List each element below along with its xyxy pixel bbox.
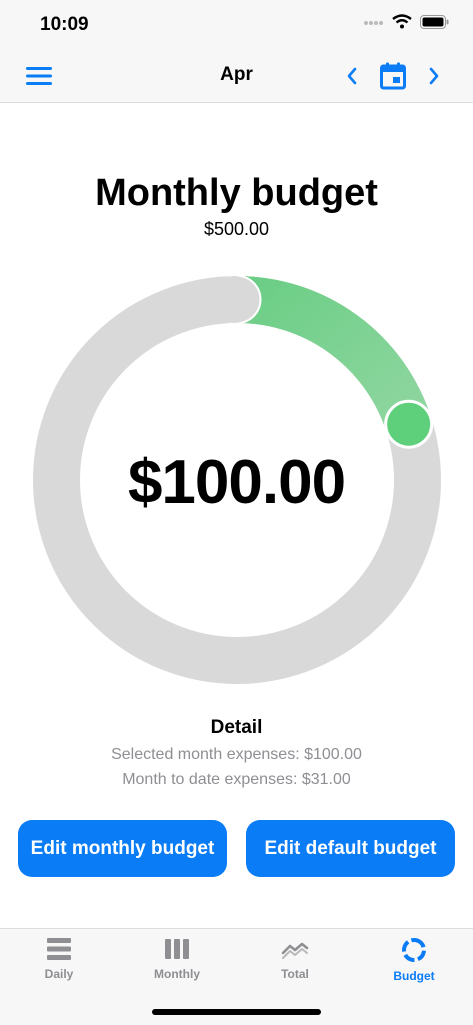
tab-total[interactable]: Total [236, 937, 354, 981]
calendar-icon [380, 62, 406, 90]
chevron-right-icon [429, 67, 439, 85]
tab-daily[interactable]: Daily [0, 937, 118, 981]
ring-end-knob [384, 399, 434, 449]
tab-budget-label: Budget [393, 969, 435, 983]
tab-monthly[interactable]: Monthly [118, 937, 236, 981]
monthly-bars-icon [165, 939, 189, 959]
cellular-signal-icon [364, 15, 384, 33]
tab-budget[interactable]: Budget [355, 937, 473, 983]
budget-amount: $100.00 [127, 448, 346, 517]
edit-default-budget-button[interactable]: Edit default budget [246, 820, 455, 877]
calendar-button[interactable] [377, 60, 409, 92]
budget-total: $500.00 [203, 219, 270, 239]
tab-monthly-label: Monthly [154, 967, 200, 981]
chevron-left-icon [347, 67, 357, 85]
page-title: Monthly budget [95, 172, 378, 214]
next-month-button[interactable] [418, 60, 450, 92]
previous-month-button[interactable] [336, 60, 368, 92]
status-time: 10:09 [40, 14, 89, 35]
edit-monthly-budget-button[interactable]: Edit monthly budget [18, 820, 227, 877]
battery-icon [420, 14, 449, 34]
nav-bar: Apr [0, 50, 473, 103]
status-bar: 10:09 [0, 0, 473, 50]
tab-daily-label: Daily [44, 967, 74, 981]
wifi-icon [392, 14, 412, 34]
daily-list-icon [47, 938, 71, 960]
tab-total-label: Total [281, 967, 309, 981]
ring-progress [236, 276, 432, 432]
month-to-date-expenses: Month to date expenses: $31.00 [122, 771, 351, 788]
detail-title: Detail [210, 717, 263, 738]
ring-icon [402, 938, 426, 962]
selected-month-expenses: Selected month expenses: $100.00 [111, 746, 362, 763]
trend-icon [281, 942, 309, 959]
status-icons [364, 14, 449, 34]
ring-start-cover [210, 276, 258, 323]
home-indicator [152, 1009, 321, 1015]
